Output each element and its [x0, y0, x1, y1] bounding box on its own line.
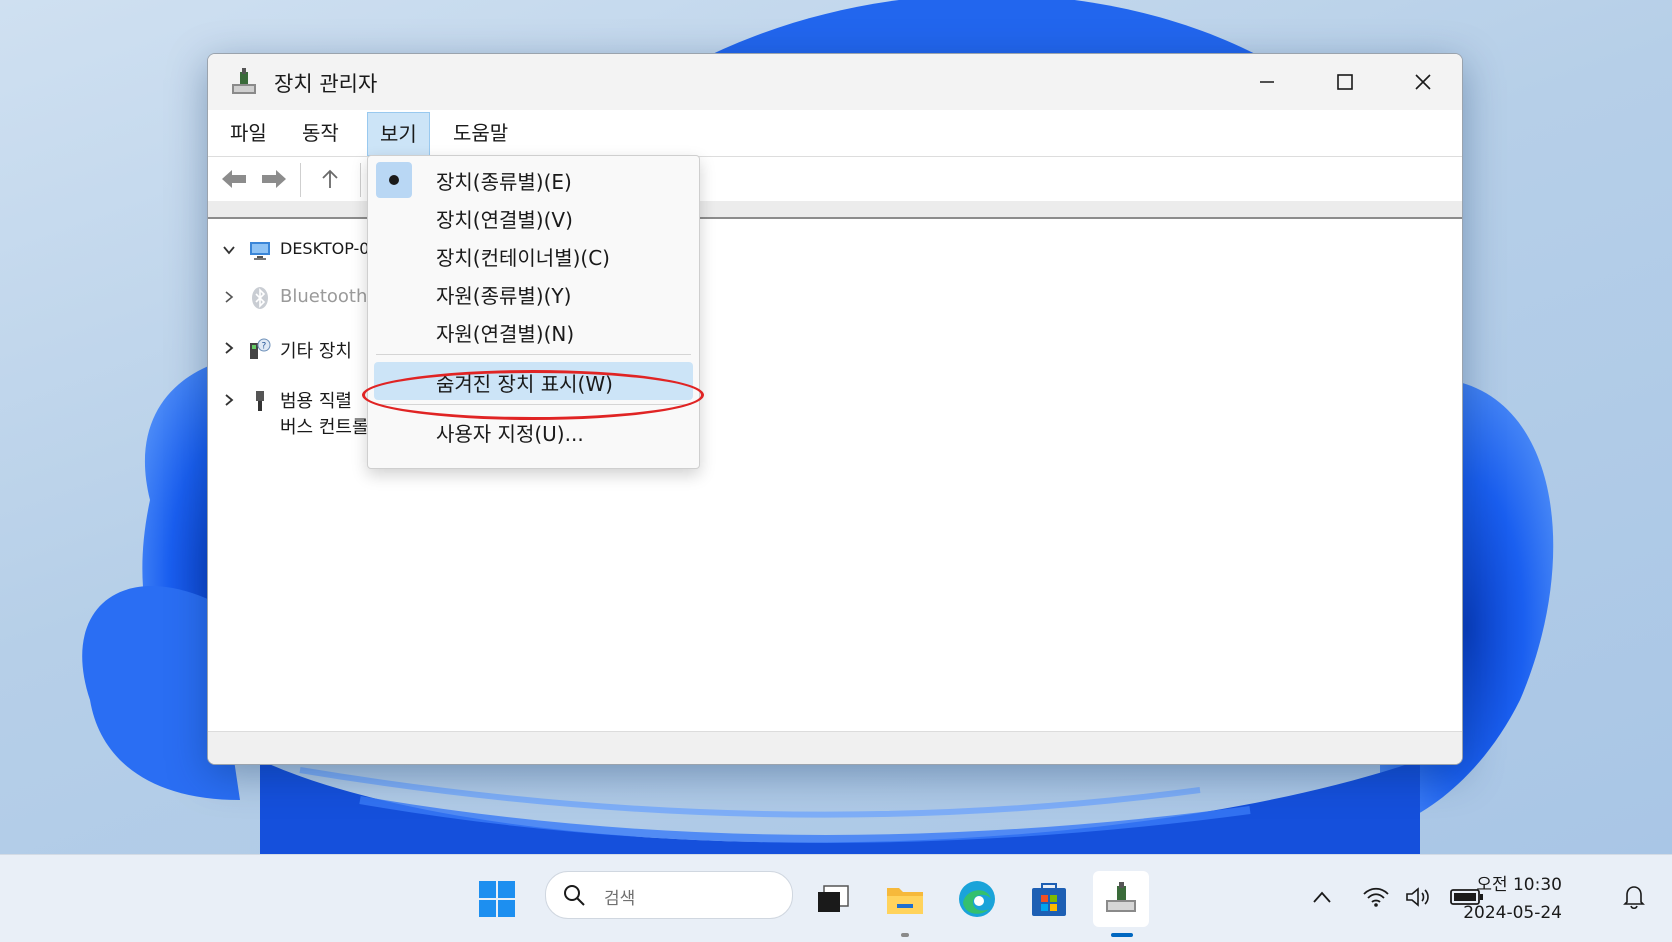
up-arrow-icon	[322, 169, 338, 188]
view-menu-item-devices-by-container[interactable]: 장치(컨테이너별)(C)	[368, 236, 699, 274]
menu-view[interactable]: 보기	[367, 112, 430, 156]
search-placeholder: 검색	[604, 889, 636, 909]
menu-item-label: 자원(연결별)(N)	[436, 322, 575, 346]
forward-arrow-icon	[262, 170, 286, 188]
menu-help[interactable]: 도움말	[441, 110, 520, 156]
menu-bar: 파일 동작 보기 도움말	[208, 110, 1462, 157]
close-button[interactable]	[1384, 54, 1462, 110]
file-explorer-icon	[887, 888, 923, 914]
tree-item-label: 범용 직렬 버스 컨트롤	[280, 389, 369, 441]
menu-separator	[376, 354, 691, 355]
close-icon	[1415, 74, 1431, 90]
tree-item-usb-controllers[interactable]: 범용 직렬 버스 컨트롤	[218, 389, 369, 441]
menu-item-label: 장치(종류별)(E)	[436, 170, 572, 194]
annotation-highlight-oval	[362, 370, 704, 420]
notifications-button[interactable]	[1620, 883, 1648, 911]
device-manager-icon	[228, 66, 260, 98]
view-menu-item-resources-by-connection[interactable]: 자원(연결별)(N)	[368, 312, 699, 350]
toolbar-separator	[360, 163, 361, 197]
view-menu-item-devices-by-connection[interactable]: 장치(연결별)(V)	[368, 198, 699, 236]
menu-file[interactable]: 파일	[218, 110, 279, 156]
start-button[interactable]	[469, 871, 525, 927]
store-button[interactable]	[1021, 871, 1077, 927]
clock-date: 2024-05-24	[1463, 903, 1562, 923]
chevron-down-icon[interactable]	[218, 239, 240, 261]
tree-root[interactable]: DESKTOP-01	[218, 239, 380, 263]
up-button[interactable]	[312, 163, 348, 195]
computer-icon	[248, 239, 272, 263]
minimize-icon	[1260, 81, 1274, 83]
task-view-button[interactable]	[805, 871, 861, 927]
back-arrow-icon	[222, 170, 246, 188]
clock[interactable]: 오전 10:30 2024-05-24	[1463, 871, 1562, 927]
clock-time: 오전 10:30	[1476, 875, 1562, 895]
app-running-indicator	[901, 933, 909, 937]
minimize-button[interactable]	[1228, 54, 1306, 110]
menu-item-label: 장치(연결별)(V)	[436, 208, 573, 232]
wifi-icon	[1363, 887, 1389, 907]
menu-item-label: 장치(컨테이너별)(C)	[436, 246, 610, 270]
toolbar-separator	[300, 163, 301, 197]
start-icon	[479, 881, 515, 917]
tree-item-label-line2: 버스 컨트롤	[280, 417, 369, 438]
wifi-button[interactable]	[1362, 883, 1390, 911]
title-bar[interactable]: 장치 관리자	[208, 54, 1462, 110]
edge-button[interactable]	[949, 871, 1005, 927]
tree-item-label: 기타 장치	[280, 341, 352, 362]
tree-item-other-devices[interactable]: ? 기타 장치	[218, 337, 352, 363]
edge-icon	[959, 881, 995, 917]
volume-icon	[1406, 887, 1429, 907]
forward-button[interactable]	[256, 163, 292, 195]
volume-button[interactable]	[1405, 883, 1433, 911]
menu-item-label: 사용자 지정(U)...	[436, 422, 584, 446]
chevron-right-icon[interactable]	[218, 389, 240, 411]
store-icon	[1032, 883, 1066, 916]
task-view-icon	[818, 885, 849, 912]
maximize-button[interactable]	[1306, 54, 1384, 110]
radio-checked-icon	[376, 162, 412, 198]
status-bar	[208, 731, 1462, 764]
show-hidden-icons-button[interactable]	[1308, 883, 1336, 911]
back-button[interactable]	[216, 163, 252, 195]
device-manager-icon	[1106, 882, 1136, 912]
tree-item-bluetooth[interactable]: Bluetooth	[218, 286, 367, 310]
chevron-up-icon	[1313, 891, 1331, 903]
window-title: 장치 관리자	[274, 72, 378, 96]
chevron-right-icon[interactable]	[218, 286, 240, 308]
taskbar-search-box[interactable]: 검색	[545, 871, 793, 919]
tree-item-label-line1: 범용 직렬	[280, 391, 352, 412]
unknown-device-icon: ?	[248, 337, 272, 361]
tree-item-label: Bluetooth	[280, 286, 368, 307]
view-menu-item-devices-by-type[interactable]: 장치(종류별)(E)	[368, 160, 699, 198]
svg-text:?: ?	[262, 342, 267, 352]
device-manager-taskbar-button[interactable]	[1093, 871, 1149, 927]
file-explorer-button[interactable]	[877, 871, 933, 927]
view-menu-item-resources-by-type[interactable]: 자원(종류별)(Y)	[368, 274, 699, 312]
view-menu-dropdown: 장치(종류별)(E) 장치(연결별)(V) 장치(컨테이너별)(C) 자원(종류…	[367, 155, 700, 469]
tree-root-label: DESKTOP-01	[280, 239, 380, 258]
usb-icon	[248, 389, 272, 413]
maximize-icon	[1337, 74, 1353, 90]
search-icon	[564, 885, 585, 906]
active-app-indicator	[1111, 933, 1133, 937]
chevron-right-icon[interactable]	[218, 337, 240, 359]
menu-action[interactable]: 동작	[290, 110, 351, 156]
taskbar: 검색 오전 10:30 2024-05-24	[0, 854, 1672, 942]
bell-icon	[1623, 886, 1645, 910]
menu-item-label: 자원(종류별)(Y)	[436, 284, 572, 308]
bluetooth-icon	[248, 286, 272, 310]
